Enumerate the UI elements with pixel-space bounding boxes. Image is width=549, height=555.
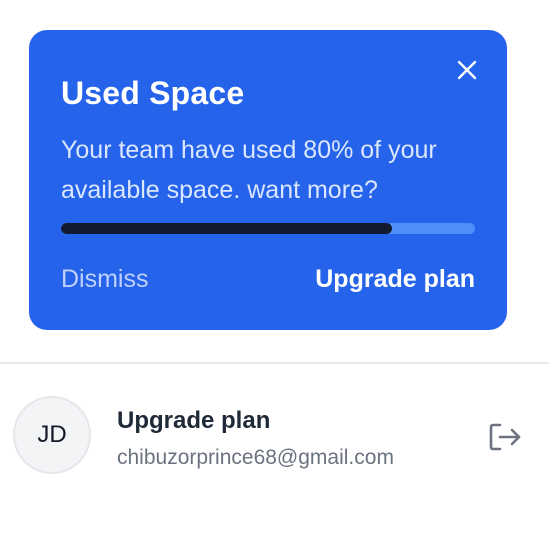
close-icon[interactable] (456, 59, 478, 81)
used-space-card: Used Space Your team have used 80% of yo… (29, 30, 507, 330)
upgrade-plan-button[interactable]: Upgrade plan (315, 262, 475, 296)
card-description: Your team have used 80% of your availabl… (61, 136, 437, 204)
usage-progress-bar (61, 223, 475, 234)
avatar: JD (13, 396, 91, 474)
divider (0, 362, 549, 364)
logout-icon[interactable] (485, 418, 523, 456)
usage-progress-fill (61, 223, 393, 234)
dismiss-button[interactable]: Dismiss (61, 262, 149, 296)
user-email: chibuzorprince68@gmail.com (117, 446, 394, 469)
user-name: Upgrade plan (117, 407, 271, 434)
card-title: Used Space (61, 75, 245, 111)
